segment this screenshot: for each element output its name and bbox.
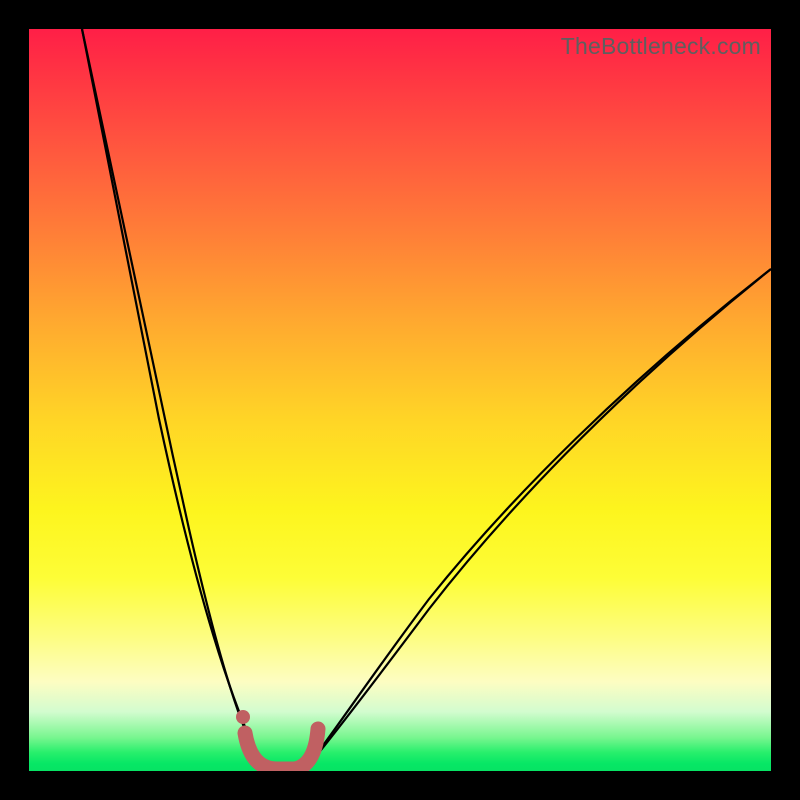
plot-area: TheBottleneck.com	[29, 29, 771, 771]
marker-layer	[29, 29, 771, 771]
marker-dot	[236, 710, 250, 724]
watermark-text: TheBottleneck.com	[561, 33, 761, 60]
marker-u	[245, 729, 318, 769]
